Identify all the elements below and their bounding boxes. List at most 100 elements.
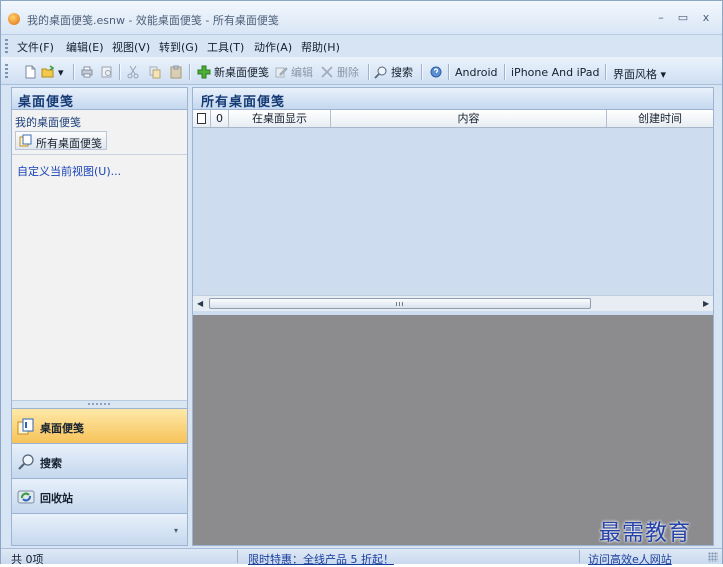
print-preview-icon	[101, 66, 112, 78]
nav-button-notes[interactable]: 桌面便笺	[12, 408, 187, 443]
window-title: 我的桌面便笺.esnw - 效能桌面便笺 - 所有桌面便笺	[27, 14, 279, 27]
nav-button-recycle-bin[interactable]: 回收站	[12, 478, 187, 513]
nav-button-label: 搜索	[40, 457, 62, 470]
menu-help[interactable]: 帮助(H)	[301, 39, 340, 55]
print-icon	[81, 66, 93, 78]
section-divider	[12, 154, 187, 155]
skin-label: 界面风格	[613, 68, 657, 81]
scroll-right-icon[interactable]: ▶	[703, 299, 709, 308]
toolbar-divider	[605, 64, 606, 80]
new-note-label: 新桌面便笺	[214, 66, 269, 79]
search-icon	[18, 454, 34, 470]
toolbar: ▾ 新桌面便笺 编辑 删除 搜索 Android iPhone And iPad…	[1, 57, 722, 85]
menu-goto[interactable]: 转到(G)	[159, 39, 198, 55]
menu-view[interactable]: 视图(V)	[112, 39, 150, 55]
skin-dropdown[interactable]: 界面风格 ▾	[613, 66, 666, 82]
column-header-content[interactable]: 内容	[331, 110, 607, 127]
resize-grip-icon[interactable]	[708, 552, 718, 562]
column-header-type[interactable]	[193, 110, 211, 127]
paste-button[interactable]	[169, 62, 183, 82]
status-bar: 共 0项 限时特惠：全线产品 5 折起！ 访问高效e人网站	[1, 548, 722, 567]
app-logo-icon	[8, 13, 20, 25]
nav-button-label: 桌面便笺	[40, 422, 84, 435]
toolbar-grip-icon[interactable]	[5, 64, 8, 80]
toolbar-divider	[421, 64, 422, 80]
navigation-pane-header: 桌面便笺	[12, 88, 187, 110]
menu-tools[interactable]: 工具(T)	[207, 39, 244, 55]
help-button[interactable]	[429, 62, 443, 82]
menu-bar: 文件(F) 编辑(E) 视图(V) 转到(G) 工具(T) 动作(A) 帮助(H…	[1, 35, 722, 57]
copy-button[interactable]	[148, 62, 162, 82]
notes-list-header: 所有桌面便笺	[193, 88, 713, 110]
android-button[interactable]: Android	[455, 66, 498, 79]
add-plus-icon	[197, 65, 211, 79]
new-document-icon	[25, 65, 36, 79]
item-count: 共 0项	[11, 553, 44, 566]
nav-button-search[interactable]: 搜索	[12, 443, 187, 478]
folder-group-label[interactable]: 我的桌面便笺	[15, 114, 81, 130]
dropdown-arrow-icon: ▾	[660, 68, 667, 81]
notes-list-title: 所有桌面便笺	[201, 95, 286, 110]
close-button[interactable]: x	[698, 11, 714, 25]
copy-icon	[149, 66, 161, 79]
edit-button[interactable]: 编辑	[274, 62, 313, 82]
status-divider	[579, 550, 580, 563]
note-preview-area	[193, 315, 713, 545]
horizontal-scrollbar[interactable]: ◀ ▶	[193, 295, 713, 311]
open-button[interactable]: ▾	[41, 62, 64, 82]
toolbar-divider	[119, 64, 120, 80]
sticky-notes-icon	[17, 418, 34, 435]
menu-action[interactable]: 动作(A)	[254, 39, 292, 55]
search-icon	[374, 66, 387, 79]
splitter-grip-icon	[88, 403, 110, 405]
column-header-attachment[interactable]: 0	[211, 110, 229, 127]
paste-icon	[170, 65, 182, 79]
minimize-button[interactable]: –	[653, 11, 669, 25]
nav-pane-options[interactable]: ▾	[12, 513, 187, 545]
search-button[interactable]: 搜索	[374, 62, 413, 82]
menu-file[interactable]: 文件(F)	[17, 39, 54, 55]
folder-item-label: 所有桌面便笺	[36, 137, 102, 150]
notes-folder-icon	[19, 134, 32, 147]
scroll-left-icon[interactable]: ◀	[197, 299, 203, 308]
open-folder-icon	[41, 65, 55, 78]
toolbar-divider	[189, 64, 190, 80]
toolbar-divider	[368, 64, 369, 80]
toolbar-divider	[448, 64, 449, 80]
new-note-button[interactable]: 新桌面便笺	[197, 62, 269, 82]
edit-pencil-icon	[275, 67, 288, 78]
notes-list-pane: 所有桌面便笺 0 在桌面显示 内容 创建时间 ◀ ▶	[192, 87, 714, 546]
maximize-button[interactable]: ▭	[675, 11, 691, 25]
folder-item-all-notes[interactable]: 所有桌面便笺	[15, 131, 107, 150]
delete-button[interactable]: 删除	[320, 62, 359, 82]
table-header: 0 在桌面显示 内容 创建时间	[193, 110, 713, 128]
scrollbar-thumb[interactable]	[209, 298, 591, 309]
print-button[interactable]	[80, 62, 94, 82]
help-icon	[430, 66, 442, 78]
pane-splitter[interactable]	[12, 400, 187, 408]
title-bar: 我的桌面便笺.esnw - 效能桌面便笺 - 所有桌面便笺 – ▭ x	[1, 1, 722, 35]
edit-label: 编辑	[291, 66, 313, 79]
website-link[interactable]: 访问高效e人网站	[588, 551, 672, 567]
print-preview-button[interactable]	[100, 62, 114, 82]
cut-icon	[127, 65, 139, 79]
promo-link[interactable]: 限时特惠：全线产品 5 折起！	[248, 551, 394, 567]
column-header-show-on-desktop[interactable]: 在桌面显示	[229, 110, 331, 127]
notes-table-body[interactable]	[193, 128, 713, 295]
customize-view-link[interactable]: 自定义当前视图(U)...	[17, 163, 121, 179]
dropdown-arrow-icon: ▾	[58, 65, 64, 79]
column-header-created-time[interactable]: 创建时间	[607, 110, 713, 127]
document-icon	[197, 112, 206, 124]
chevron-down-icon: ▾	[174, 526, 179, 535]
menubar-grip-icon[interactable]	[5, 39, 8, 53]
menu-edit[interactable]: 编辑(E)	[66, 39, 104, 55]
iphone-ipad-button[interactable]: iPhone And iPad	[511, 66, 600, 79]
nav-button-label: 回收站	[40, 492, 73, 505]
recycle-bin-icon	[17, 490, 35, 504]
search-label: 搜索	[391, 66, 413, 79]
cut-button[interactable]	[126, 62, 140, 82]
scroll-grip-icon	[396, 302, 404, 306]
watermark-logo: 最需教育	[599, 521, 692, 546]
new-document-button[interactable]	[23, 62, 37, 82]
app-window: 我的桌面便笺.esnw - 效能桌面便笺 - 所有桌面便笺 – ▭ x 文件(F…	[0, 0, 723, 567]
